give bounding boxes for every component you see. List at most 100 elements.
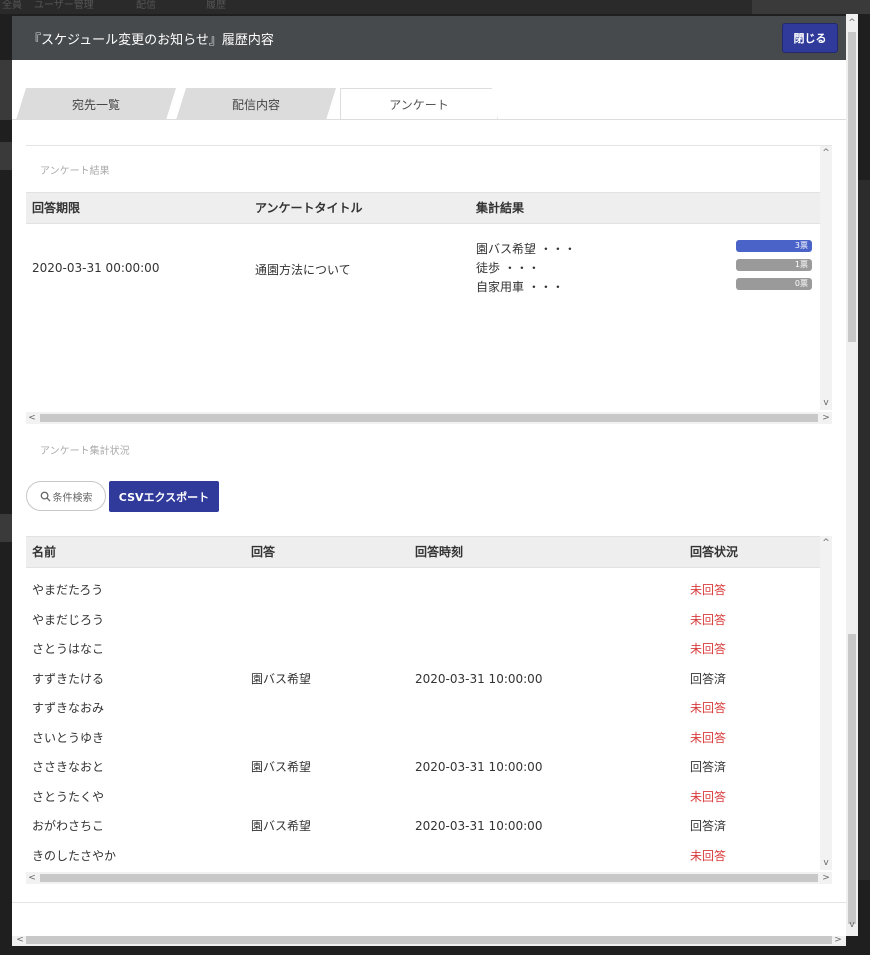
search-icon <box>40 491 51 502</box>
survey-title-cell: 通園方法について <box>255 263 351 277</box>
name-cell: さいとうゆき <box>32 730 105 745</box>
csv-export-button[interactable]: CSVエクスポート <box>109 481 219 512</box>
table-row: すずきたける 園バス希望 2020-03-31 10:00:00 回答済 <box>26 665 820 695</box>
condition-search-button[interactable]: 条件検索 <box>26 481 106 511</box>
name-cell: さとうはなこ <box>32 642 105 656</box>
tab-label: 配信内容 <box>231 97 280 112</box>
status-cell: 回答済 <box>690 819 727 833</box>
answered-at-cell: 2020-03-31 10:00:00 <box>415 671 543 686</box>
modal-title: 『スケジュール変更のお知らせ』履歴内容 <box>28 32 274 48</box>
results-horizontal-scrollbar[interactable]: < > <box>26 412 832 424</box>
table-row: ささきなおと 園バス希望 2020-03-31 10:00:00 回答済 <box>26 753 820 783</box>
table-row: やまだたろう 未回答 <box>26 576 820 606</box>
status-cell: 未回答 <box>690 642 727 656</box>
scroll-left-icon[interactable]: < <box>14 935 26 945</box>
results-vertical-scrollbar[interactable]: ^ v <box>820 146 832 410</box>
option-label: 徒歩 ・・・ <box>476 261 540 275</box>
name-cell: おがわさちこ <box>32 819 105 833</box>
status-cell: 未回答 <box>690 701 727 715</box>
scroll-thumb[interactable] <box>26 936 832 944</box>
column-header: アンケートタイトル <box>255 201 363 215</box>
answer-cell: 園バス希望 <box>251 819 312 833</box>
tab-label: 宛先一覧 <box>71 97 120 112</box>
background-element <box>0 514 12 542</box>
answer-cell: 園バス希望 <box>251 760 312 774</box>
option-label: 園バス希望 ・・・ <box>476 242 576 256</box>
scroll-down-icon[interactable]: v <box>820 398 832 408</box>
status-vertical-scrollbar[interactable]: ^ v <box>820 536 832 870</box>
name-cell: やまだたろう <box>32 583 104 597</box>
footer-divider <box>12 902 846 903</box>
tab-content[interactable]: 配信内容 <box>176 88 336 120</box>
scroll-down-icon[interactable]: v <box>820 858 832 868</box>
history-modal: 『スケジュール変更のお知らせ』履歴内容 閉じる 宛先一覧 配信内容 アンケート … <box>12 16 846 936</box>
name-cell: きのしたさやか <box>32 848 117 863</box>
background-tab: 配信 <box>136 0 156 11</box>
status-horizontal-scrollbar[interactable]: < > <box>26 872 832 884</box>
section-label: アンケート集計状況 <box>40 446 130 457</box>
scroll-right-icon[interactable]: > <box>820 413 832 423</box>
name-cell: さとうたくや <box>32 789 105 804</box>
vote-count-bar: 1票 <box>736 259 812 271</box>
name-cell: すずきなおみ <box>32 701 105 715</box>
name-cell: ささきなおと <box>32 760 105 774</box>
response-status-panel: 名前 回答 回答時刻 回答状況 やまだたろう 未回答 やまだじろう 未回答 さとうはなこ… <box>26 536 832 886</box>
table-row: さとうたくや 未回答 <box>26 783 820 813</box>
scroll-left-icon[interactable]: < <box>26 873 38 883</box>
scroll-up-icon[interactable]: ^ <box>820 148 832 158</box>
background-tab: ユーザー管理 <box>34 0 94 11</box>
background-element <box>0 60 12 120</box>
status-cell: 未回答 <box>690 612 727 627</box>
column-header: 回答期限 <box>32 201 81 215</box>
column-header: 回答 <box>251 545 276 559</box>
option-label: 自家用車 ・・・ <box>476 280 564 294</box>
scroll-thumb[interactable] <box>848 32 856 342</box>
vote-count-bar: 3票 <box>736 240 812 252</box>
background-topbar <box>0 0 870 14</box>
scroll-thumb[interactable] <box>40 414 818 422</box>
scroll-up-icon[interactable]: ^ <box>820 538 832 548</box>
overlay-vertical-scrollbar[interactable]: ^ v <box>846 14 858 936</box>
deadline-cell: 2020-03-31 00:00:00 <box>32 261 160 275</box>
table-row: さとうはなこ 未回答 <box>26 635 820 665</box>
scroll-thumb[interactable] <box>40 874 818 882</box>
status-table-header: 名前 回答 回答時刻 回答状況 <box>26 536 820 568</box>
scroll-thumb[interactable] <box>848 634 856 924</box>
tab-recipients[interactable]: 宛先一覧 <box>16 88 176 120</box>
table-row: きのしたさやか 未回答 <box>26 842 820 872</box>
answer-cell: 園バス希望 <box>251 671 312 686</box>
table-row: おがわさちこ 園バス希望 2020-03-31 10:00:00 回答済 <box>26 812 820 842</box>
tab-label: アンケート <box>389 97 449 112</box>
status-cell: 未回答 <box>690 730 727 745</box>
name-cell: すずきたける <box>32 671 105 686</box>
column-header: 集計結果 <box>476 201 525 215</box>
results-table-header: 回答期限 アンケートタイトル 集計結果 <box>26 192 820 224</box>
status-cell: 未回答 <box>690 848 727 863</box>
scroll-right-icon[interactable]: > <box>832 935 844 945</box>
background-element <box>752 0 870 14</box>
background-element <box>858 180 870 880</box>
table-row: さいとうゆき 未回答 <box>26 724 820 754</box>
table-row: すずきなおみ 未回答 <box>26 694 820 724</box>
tab-survey[interactable]: アンケート <box>340 88 498 120</box>
survey-results-panel: アンケート結果 回答期限 アンケートタイトル 集計結果 2020-03-31 0… <box>26 145 832 427</box>
vote-count-bar: 0票 <box>736 278 812 290</box>
scroll-left-icon[interactable]: < <box>26 413 38 423</box>
background-tab: 履歴 <box>206 0 226 11</box>
section-label: アンケート結果 <box>40 166 110 177</box>
column-header: 名前 <box>32 545 57 559</box>
status-cell: 未回答 <box>690 583 727 597</box>
background-tab: 全員 <box>2 0 22 11</box>
column-header: 回答状況 <box>690 545 739 559</box>
name-cell: やまだじろう <box>32 612 105 627</box>
scroll-down-icon[interactable]: v <box>846 920 858 930</box>
background-element <box>0 142 12 170</box>
close-button[interactable]: 閉じる <box>782 23 838 53</box>
scroll-up-icon[interactable]: ^ <box>846 18 858 28</box>
answered-at-cell: 2020-03-31 10:00:00 <box>415 760 543 774</box>
search-button-label: 条件検索 <box>52 492 93 504</box>
table-row: やまだじろう 未回答 <box>26 606 820 636</box>
scroll-right-icon[interactable]: > <box>820 873 832 883</box>
status-cell: 回答済 <box>690 760 727 774</box>
modal-header: 『スケジュール変更のお知らせ』履歴内容 閉じる <box>12 16 846 60</box>
